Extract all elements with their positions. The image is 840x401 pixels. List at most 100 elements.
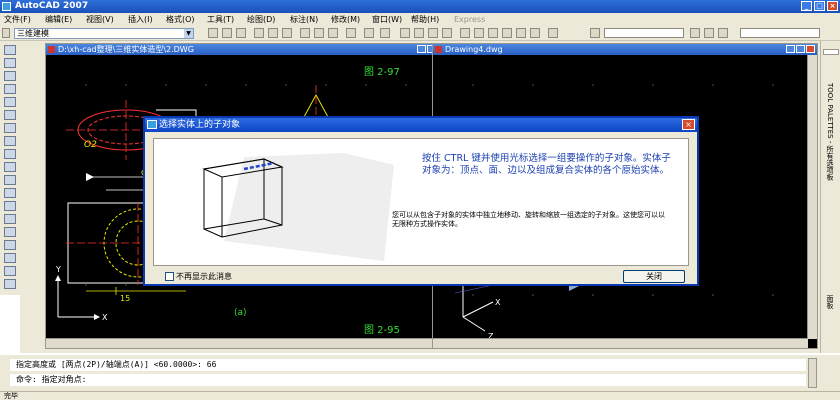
close-dialog-button[interactable]: 关闭 (623, 270, 685, 283)
zoom-window-icon[interactable] (428, 28, 438, 38)
fig-top-label: 图 2-97 (364, 66, 400, 78)
torus-icon[interactable] (4, 110, 16, 120)
open-icon[interactable] (222, 28, 232, 38)
command-scrollbar[interactable] (808, 358, 817, 388)
publish-icon[interactable] (282, 28, 292, 38)
loft-icon[interactable] (4, 214, 16, 224)
horizontal-scrollbar[interactable] (46, 338, 439, 348)
menu-tools[interactable]: 工具(T) (207, 13, 234, 26)
calculator-icon[interactable] (530, 28, 540, 38)
3d-move-icon[interactable] (4, 266, 16, 276)
extrude-icon[interactable] (4, 162, 16, 172)
presspull-icon[interactable] (4, 175, 16, 185)
maximize-button[interactable] (796, 45, 805, 53)
helix-icon[interactable] (4, 136, 16, 146)
subtract-icon[interactable] (4, 240, 16, 250)
layer-dropdown[interactable] (604, 28, 684, 38)
close-button[interactable]: × (827, 1, 838, 11)
help-icon[interactable] (548, 28, 558, 38)
menu-express[interactable]: Express (454, 13, 485, 26)
panel-label: 面板 (826, 295, 834, 309)
axis-y-label: Y (55, 265, 61, 274)
save-icon[interactable] (236, 28, 246, 38)
undo-icon[interactable] (364, 28, 374, 38)
workspace-icon (2, 28, 10, 38)
dialog-main-text: 按住 CTRL 键并使用光标选择一组要操作的子对象。实体子对象为：顶点、面、边以… (422, 153, 671, 176)
sheet-set-icon[interactable] (502, 28, 512, 38)
layer-previous-icon[interactable] (718, 28, 728, 38)
close-button[interactable] (806, 45, 815, 53)
workspace-value: 三维建模 (17, 29, 49, 38)
cone-icon[interactable] (4, 71, 16, 81)
minimize-button[interactable] (417, 45, 426, 53)
make-current-icon[interactable] (704, 28, 714, 38)
planar-surface-icon[interactable] (4, 149, 16, 159)
subobject-selection-dialog: 选择实体上的子对象 × 按住 CTRL 键并使用光标选择一组要操作的子对象。实体… (143, 116, 699, 286)
layer-state-icon[interactable] (690, 28, 700, 38)
intersect-icon[interactable] (4, 253, 16, 263)
dont-show-checkbox[interactable]: 不再显示此消息 (165, 272, 232, 282)
properties-icon[interactable] (460, 28, 470, 38)
menu-help[interactable]: 帮助(H) (411, 13, 439, 26)
menu-view[interactable]: 视图(V) (86, 13, 114, 26)
dim-o2: O2 (84, 140, 97, 150)
new-icon[interactable] (208, 28, 218, 38)
style-dropdown[interactable] (740, 28, 820, 38)
vertical-scrollbar[interactable] (807, 55, 817, 339)
ucs-icon-left (55, 275, 100, 320)
panel-tab[interactable]: 面板 (823, 277, 839, 347)
union-icon[interactable] (4, 227, 16, 237)
sweep-icon[interactable] (4, 188, 16, 198)
paste-icon[interactable] (328, 28, 338, 38)
axis-x-label: X (102, 313, 108, 322)
3d-rotate-icon[interactable] (4, 279, 16, 289)
window-titlebar: Drawing4.dwg (433, 44, 817, 55)
palette-close-icon[interactable] (823, 49, 839, 55)
wedge-icon[interactable] (4, 58, 16, 68)
command-input[interactable]: 命令: 指定对角点: (10, 374, 806, 386)
dialog-titlebar: 选择实体上的子对象 (145, 118, 697, 132)
dialog-close-button[interactable]: × (682, 119, 695, 130)
dwg-icon (435, 46, 442, 53)
redo-icon[interactable] (380, 28, 390, 38)
checkbox-box[interactable] (165, 272, 174, 281)
pan-icon[interactable] (400, 28, 410, 38)
zoom-previous-icon[interactable] (442, 28, 452, 38)
menu-modify[interactable]: 修改(M) (331, 13, 360, 26)
print-icon[interactable] (254, 28, 264, 38)
menu-bar: 文件(F) 编辑(E) 视图(V) 插入(I) 格式(O) 工具(T) 绘图(D… (0, 13, 840, 26)
window-titlebar: D:\xh-cad整理\三维实体造型\2.DWG (46, 44, 448, 55)
tool-palettes-icon[interactable] (488, 28, 498, 38)
chevron-down-icon[interactable]: ▼ (184, 29, 193, 38)
match-properties-icon[interactable] (346, 28, 356, 38)
menu-format[interactable]: 格式(O) (166, 13, 195, 26)
minimize-button[interactable]: _ (801, 1, 812, 11)
markup-icon[interactable] (516, 28, 526, 38)
tool-palettes-label: TOOL PALETTES - 所有选项板 (826, 83, 834, 181)
copy-icon[interactable] (314, 28, 324, 38)
layer-manager-icon[interactable] (590, 28, 600, 38)
design-center-icon[interactable] (474, 28, 484, 38)
cut-icon[interactable] (300, 28, 310, 38)
menu-draw[interactable]: 绘图(D) (247, 13, 275, 26)
pyramid-icon[interactable] (4, 123, 16, 133)
menu-dimension[interactable]: 标注(N) (290, 13, 318, 26)
menu-window[interactable]: 窗口(W) (372, 13, 402, 26)
workspace-dropdown[interactable]: 三维建模 ▼ (14, 28, 194, 39)
menu-file[interactable]: 文件(F) (4, 13, 31, 26)
cylinder-icon[interactable] (4, 97, 16, 107)
autocad-dialog-icon (147, 120, 157, 129)
minimize-button[interactable] (786, 45, 795, 53)
zoom-realtime-icon[interactable] (414, 28, 424, 38)
menu-edit[interactable]: 编辑(E) (45, 13, 72, 26)
checkbox-label: 不再显示此消息 (176, 272, 232, 281)
menu-insert[interactable]: 插入(I) (128, 13, 153, 26)
sphere-icon[interactable] (4, 84, 16, 94)
box-icon[interactable] (4, 45, 16, 55)
maximize-button[interactable]: □ (814, 1, 825, 11)
revolve-icon[interactable] (4, 201, 16, 211)
dialog-content: 按住 CTRL 键并使用光标选择一组要操作的子对象。实体子对象为：顶点、面、边以… (153, 138, 689, 266)
preview-icon[interactable] (268, 28, 278, 38)
tool-palettes-tab[interactable]: TOOL PALETTES - 所有选项板 (823, 59, 839, 269)
horizontal-scrollbar[interactable] (433, 338, 808, 348)
